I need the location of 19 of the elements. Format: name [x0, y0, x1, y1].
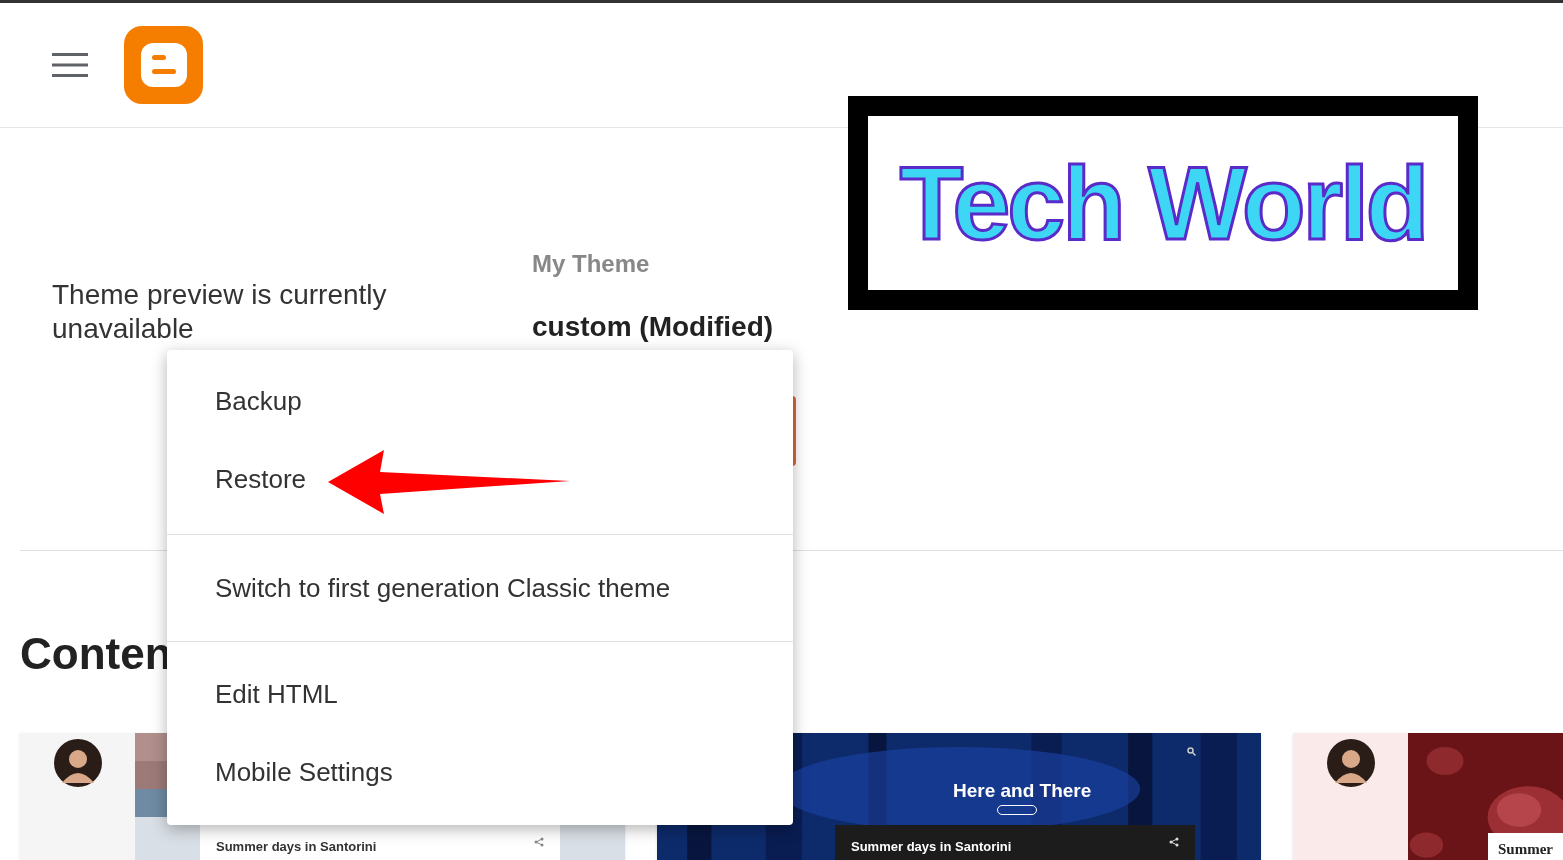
theme-card[interactable]: Summer [1293, 733, 1563, 860]
search-icon[interactable] [1187, 747, 1196, 756]
post-title: Summer days in Santorini [216, 838, 377, 856]
theme-name: custom (Modified) [532, 310, 774, 344]
logo-icon[interactable] [124, 26, 203, 104]
banner-title: Tech World [899, 148, 1427, 258]
preview-message: Theme preview is currently unavailable [52, 278, 388, 346]
post-title: Summer [1498, 841, 1553, 857]
blog-title: Here and There [953, 779, 1092, 803]
menu-item[interactable]: Restore [167, 440, 793, 518]
post-title: Summer days in Santorini [851, 838, 1012, 856]
theme-label: My Theme [532, 249, 651, 279]
menu-item[interactable]: Backup [167, 362, 793, 440]
menu-item[interactable]: Switch to first generation Classic theme [167, 549, 793, 627]
avatar-icon [53, 739, 102, 787]
avatar-icon [1326, 739, 1375, 787]
menu-icon[interactable] [52, 52, 88, 78]
share-icon [534, 837, 544, 847]
share-icon [1169, 837, 1179, 847]
